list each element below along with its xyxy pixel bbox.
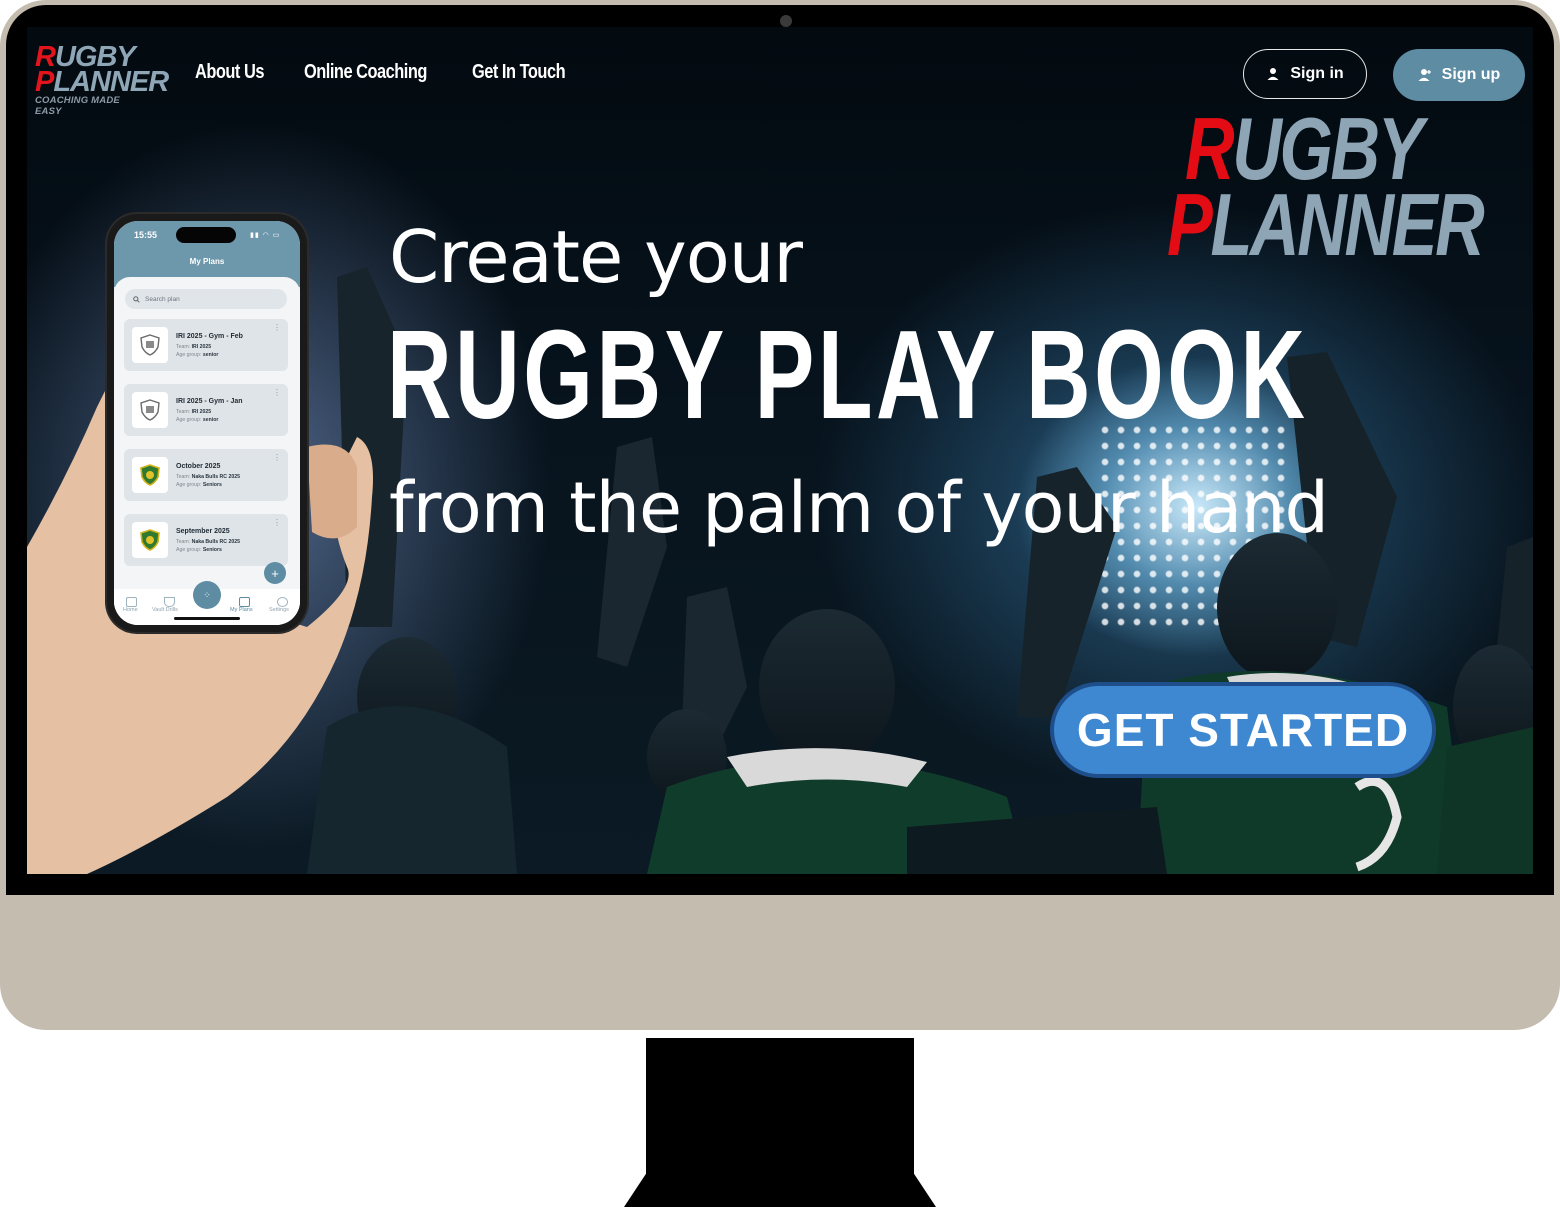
camera-dot [780,15,792,27]
shield-badge-icon [132,327,168,363]
home-indicator [174,617,240,620]
plan-team: Team: IRI 2025 [176,344,212,350]
sign-up-label: Sign up [1441,66,1501,83]
site-logo[interactable]: RUGBY PLANNER COACHING MADE EASY [35,41,169,117]
hero-logo-planner: PLANNER [1167,175,1485,274]
tab-home[interactable]: Home [123,607,138,613]
dynamic-island [176,227,236,243]
sign-up-button[interactable]: Sign up [1393,49,1525,101]
shield-badge-icon [132,522,168,558]
search-input[interactable]: Search plan [125,289,287,309]
home-icon [126,597,137,607]
nav-link-get-in-touch[interactable]: Get In Touch [472,61,566,84]
website-screen: 15:55 ▮▮ ◠ ▭ My Plans Search plan IRI 20… [27,27,1533,874]
shield-badge-icon [132,457,168,493]
user-icon [1267,68,1279,80]
plan-age-group: Age group: senior [176,352,219,358]
plan-title: September 2025 [176,528,230,535]
nav-link-about-us[interactable]: About Us [195,61,264,84]
plan-card[interactable]: September 2025 Team: Naka Bulls RC 2025 … [124,514,288,566]
plan-card[interactable]: IRI 2025 - Gym - Feb Team: IRI 2025 Age … [124,319,288,371]
add-plan-button[interactable]: + [264,562,286,584]
add-user-icon [1418,69,1431,81]
logo-tagline: COACHING MADE EASY [35,95,120,117]
shield-badge-icon [132,392,168,428]
plan-title: October 2025 [176,463,221,470]
hero-heading-line2: RUGBY PLAY BOOK [387,304,1309,445]
plan-team: Team: Naka Bulls RC 2025 [176,539,241,545]
tab-vault-drills[interactable]: Vault Drills [152,607,178,613]
calendar-icon [239,597,250,607]
plan-team: Team: Naka Bulls RC 2025 [176,474,241,480]
plan-title: IRI 2025 - Gym - Feb [176,333,243,340]
app-title: My Plans [189,257,225,266]
sign-in-label: Sign in [1290,65,1344,82]
plan-card[interactable]: October 2025 Team: Naka Bulls RC 2025 Ag… [124,449,288,501]
tab-settings[interactable]: Settings [269,607,289,613]
plan-title: IRI 2025 - Gym - Jan [176,398,243,405]
scan-center-button[interactable]: ⁘ [193,581,221,609]
monitor-stand-foot [624,1174,936,1207]
search-placeholder: Search plan [145,295,180,303]
hero-logo: RUGBY PLANNER [1167,105,1485,269]
vault-drills-icon [164,597,175,607]
hero-heading-line1: Create your [389,215,803,299]
monitor-stand-neck [646,1038,914,1176]
more-options-icon[interactable]: ⋮ [273,388,281,397]
search-icon [133,295,140,303]
plan-age-group: Age group: senior [176,417,219,423]
hero-heading-line3: from the palm of your hand [389,467,1329,549]
nav-link-online-coaching[interactable]: Online Coaching [304,61,427,84]
tab-my-plans[interactable]: My Plans [230,607,253,613]
more-options-icon[interactable]: ⋮ [273,453,281,462]
get-started-button[interactable]: GET STARTED [1050,682,1436,778]
plan-age-group: Age group: Seniors [176,482,222,488]
phone-screen: 15:55 ▮▮ ◠ ▭ My Plans Search plan IRI 20… [114,221,300,625]
sign-in-button[interactable]: Sign in [1243,49,1367,99]
plan-age-group: Age group: Seniors [176,547,222,553]
settings-gear-icon [277,597,288,607]
more-options-icon[interactable]: ⋮ [273,518,281,527]
plan-card[interactable]: IRI 2025 - Gym - Jan Team: IRI 2025 Age … [124,384,288,436]
phone-mockup: 15:55 ▮▮ ◠ ▭ My Plans Search plan IRI 20… [107,214,307,632]
status-time: 15:55 [134,230,158,240]
plan-team: Team: IRI 2025 [176,409,212,415]
status-icons: ▮▮ ◠ ▭ [250,232,281,239]
more-options-icon[interactable]: ⋮ [273,323,281,332]
